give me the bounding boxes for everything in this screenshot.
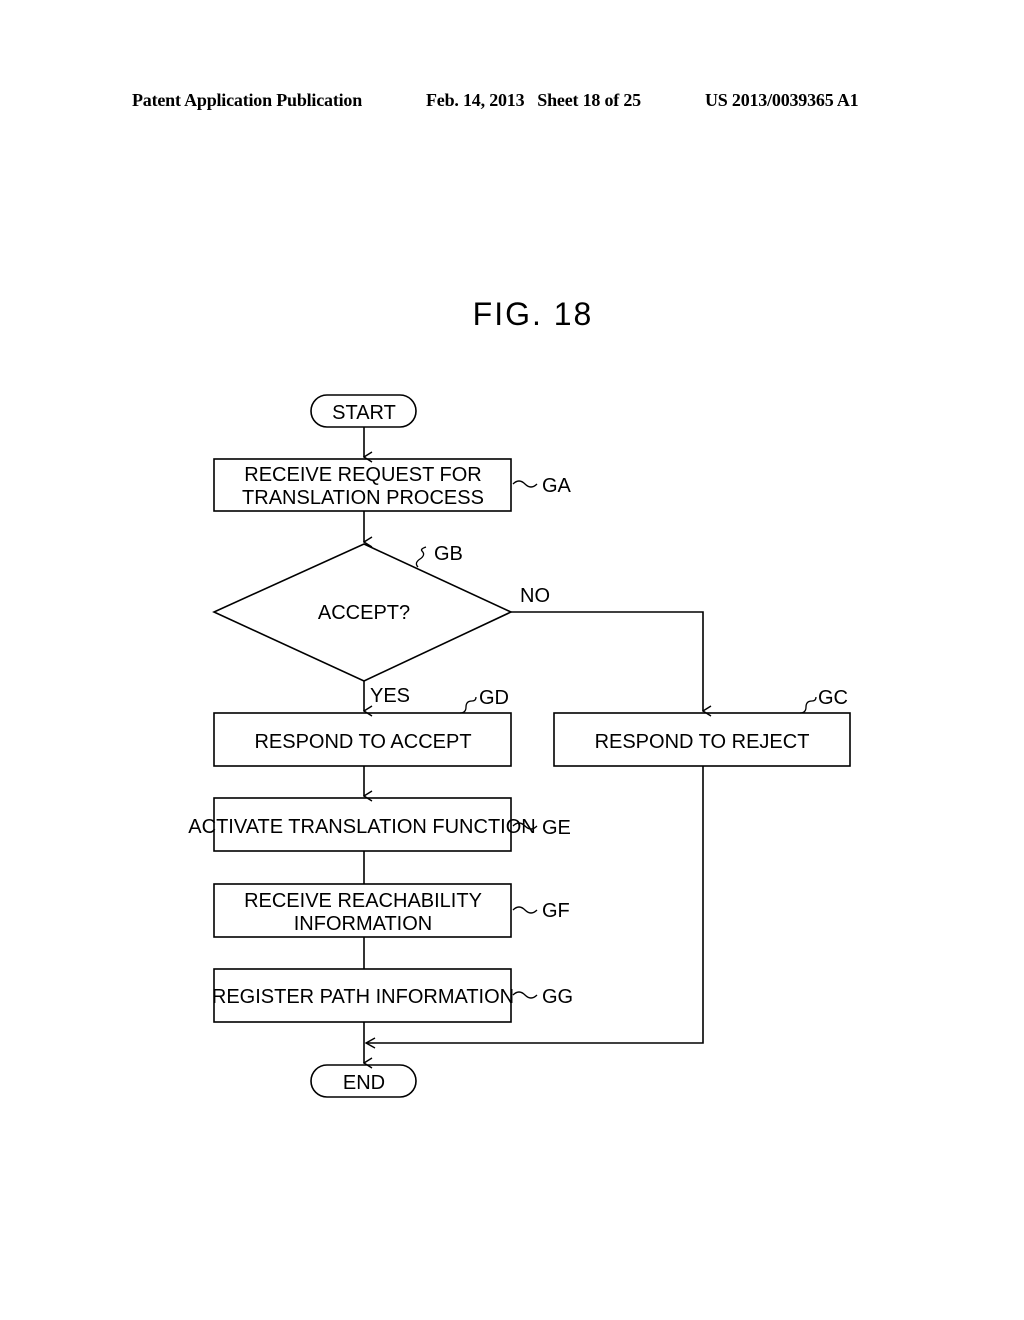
yes-branch-label: YES xyxy=(370,685,410,707)
connector-gb-no-gc xyxy=(511,611,703,711)
no-branch-label: NO xyxy=(520,585,550,607)
ref-gd: GD xyxy=(479,687,509,709)
leader-ga xyxy=(512,480,538,488)
ref-gf: GF xyxy=(542,900,570,922)
leader-gb xyxy=(415,546,427,568)
ref-ga: GA xyxy=(542,475,572,497)
start-label: START xyxy=(332,402,396,424)
ref-gb: GB xyxy=(434,543,463,565)
leader-gd xyxy=(459,696,477,714)
step-gf-line-2: INFORMATION xyxy=(294,913,433,935)
step-ge-label: ACTIVATE TRANSLATION FUNCTION xyxy=(188,816,535,838)
ref-gc: GC xyxy=(818,687,848,709)
step-gf-line-1: RECEIVE REACHABILITY xyxy=(244,890,482,912)
step-gg-label: REGISTER PATH INFORMATION xyxy=(212,986,514,1008)
end-label: END xyxy=(343,1072,385,1094)
step-ga-line-1: RECEIVE REQUEST FOR xyxy=(244,464,481,486)
leader-gg xyxy=(512,991,538,999)
step-ga-line-2: TRANSLATION PROCESS xyxy=(242,487,484,509)
ref-gg: GG xyxy=(542,986,573,1008)
ref-ge: GE xyxy=(542,817,571,839)
leader-gf xyxy=(512,906,538,914)
flowchart: START RECEIVE REQUEST FOR TRANSLATION PR… xyxy=(188,394,851,1098)
step-gd-label: RESPOND TO ACCEPT xyxy=(254,731,471,753)
step-gc-label: RESPOND TO REJECT xyxy=(595,731,810,753)
decision-gb-label: ACCEPT? xyxy=(318,602,410,624)
leader-gc xyxy=(799,696,817,714)
